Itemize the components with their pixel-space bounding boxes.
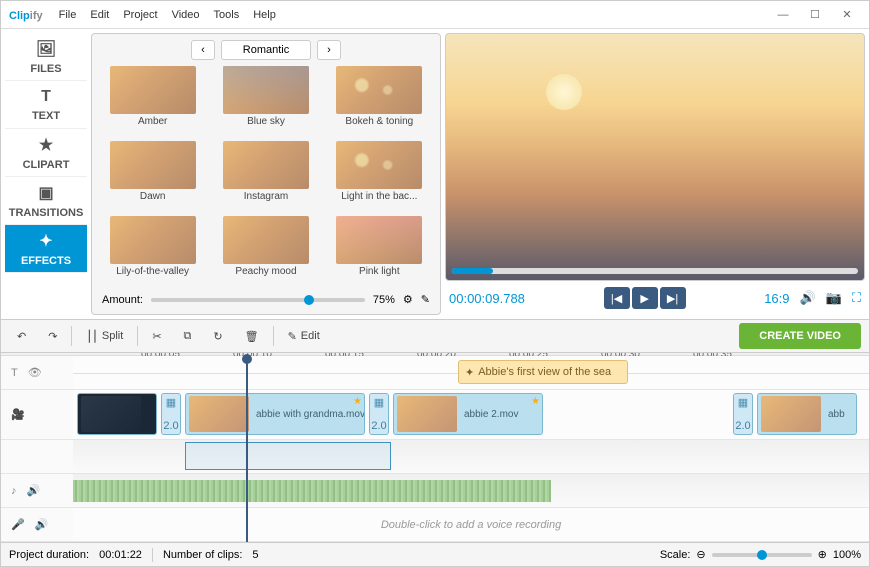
amount-slider[interactable] (151, 298, 365, 302)
create-video-button[interactable]: CREATE VIDEO (739, 323, 861, 349)
effect-thumb[interactable]: Lily-of-the-valley (98, 216, 207, 287)
menu-help[interactable]: Help (253, 9, 276, 21)
cut-button[interactable]: ✂ (144, 326, 169, 347)
menu-file[interactable]: File (59, 9, 77, 21)
effect-thumb[interactable]: Instagram (211, 141, 320, 212)
maximize-button[interactable]: ☐ (801, 5, 829, 25)
menu-bar: File Edit Project Video Tools Help (59, 9, 276, 21)
transition-clip[interactable]: 2.0 (369, 393, 389, 435)
voice-hint: Double-click to add a voice recording (381, 519, 561, 531)
duration-label: Project duration: (9, 549, 89, 561)
clips-value: 5 (252, 549, 258, 561)
undo-button[interactable]: ↶ (9, 326, 34, 347)
volume-icon[interactable]: 🔊 (800, 290, 816, 306)
text-track: T 👁 ✦Abbie's first view of the sea (1, 356, 869, 390)
menu-tools[interactable]: Tools (214, 9, 240, 21)
star-icon: ★ (353, 396, 362, 407)
transition-clip[interactable]: 2.0 (733, 393, 753, 435)
amount-label: Amount: (102, 294, 143, 306)
apply-wand-icon[interactable]: ✎ (421, 293, 430, 306)
menu-video[interactable]: Video (172, 9, 200, 21)
camera-icon: 🎥 (11, 408, 25, 421)
video-clip[interactable]: abbie with grandma.mov★ (185, 393, 365, 435)
star-icon: ★ (531, 396, 540, 407)
sidebar-text[interactable]: TTEXT (5, 81, 87, 129)
app-logo: Clipify (9, 7, 43, 22)
fullscreen-icon[interactable]: ⛶ (852, 290, 861, 306)
category-name[interactable]: Romantic (221, 40, 311, 60)
close-button[interactable]: ✕ (833, 5, 861, 25)
zoom-out-button[interactable]: ⊖ (696, 548, 705, 561)
volume-icon[interactable]: 🔊 (27, 484, 41, 497)
sidebar-files[interactable]: 🖼FILES (5, 33, 87, 81)
menu-edit[interactable]: Edit (90, 9, 109, 21)
scale-label: Scale: (660, 549, 691, 561)
effect-thumb[interactable]: Light in the bac... (325, 141, 434, 212)
mic-icon: 🎤 (11, 518, 25, 531)
edit-button[interactable]: ✎ Edit (280, 326, 328, 347)
amount-value: 75% (373, 294, 395, 306)
sidebar-transitions[interactable]: ▣TRANSITIONS (5, 177, 87, 225)
scale-slider[interactable] (712, 553, 812, 557)
voice-track[interactable]: 🎤 🔊 Double-click to add a voice recording (1, 508, 869, 542)
layers-icon: ▣ (38, 183, 53, 203)
video-clip[interactable] (77, 393, 157, 435)
selection-box[interactable] (185, 442, 391, 470)
scale-value: 100% (833, 549, 861, 561)
music-icon: ♪ (11, 485, 17, 497)
transition-clip[interactable]: 2.0 (161, 393, 181, 435)
wand-icon: ✦ (39, 231, 52, 251)
star-icon: ★ (39, 135, 53, 155)
play-button[interactable]: ▶ (632, 287, 658, 309)
image-icon: 🖼 (36, 39, 56, 59)
preview-timecode: 00:00:09.788 (449, 291, 525, 306)
delete-button[interactable]: 🗑 (237, 326, 267, 347)
rotate-button[interactable]: ↻ (205, 326, 230, 347)
text-clip[interactable]: ✦Abbie's first view of the sea (458, 360, 628, 384)
next-frame-button[interactable]: ▶| (660, 287, 686, 309)
effect-thumb[interactable]: Pink light (325, 216, 434, 287)
video-track: 🎥 2.0 abbie with grandma.mov★ 2.0 abbie … (1, 390, 869, 440)
category-next-button[interactable]: › (317, 40, 341, 60)
aspect-ratio-label[interactable]: 16:9 (764, 291, 789, 306)
settings-icon[interactable]: ⚙ (403, 293, 413, 306)
playhead[interactable] (246, 356, 248, 542)
redo-button[interactable]: ↷ (40, 326, 65, 347)
effect-thumb[interactable]: Amber (98, 66, 207, 137)
effects-track (1, 440, 869, 474)
preview-seekbar[interactable] (452, 268, 858, 274)
preview-viewport[interactable] (445, 33, 865, 281)
category-prev-button[interactable]: ‹ (191, 40, 215, 60)
effect-thumb[interactable]: Peachy mood (211, 216, 320, 287)
clips-label: Number of clips: (163, 549, 242, 561)
effects-panel: ‹ Romantic › Amber Blue sky Bokeh & toni… (91, 33, 441, 315)
split-button[interactable]: ⎮⎮ Split (78, 326, 131, 347)
text-icon: T (41, 88, 51, 106)
zoom-in-button[interactable]: ⊕ (818, 548, 827, 561)
audio-track: ♪🔊 (1, 474, 869, 508)
menu-project[interactable]: Project (123, 9, 157, 21)
crop-button[interactable]: ⧉ (176, 326, 200, 347)
duration-value: 00:01:22 (99, 549, 142, 561)
effect-thumb[interactable]: Bokeh & toning (325, 66, 434, 137)
snapshot-icon[interactable]: 📷 (826, 290, 842, 306)
audio-waveform[interactable] (73, 480, 551, 502)
volume-icon[interactable]: 🔊 (35, 518, 49, 531)
text-track-icon: T (11, 367, 18, 379)
video-clip[interactable]: abbie 2.mov★ (393, 393, 543, 435)
sidebar-effects[interactable]: ✦EFFECTS (5, 225, 87, 273)
video-clip[interactable]: abb (757, 393, 857, 435)
visibility-icon[interactable]: 👁 (28, 366, 42, 379)
effect-thumb[interactable]: Blue sky (211, 66, 320, 137)
sidebar-clipart[interactable]: ★CLIPART (5, 129, 87, 177)
prev-frame-button[interactable]: |◀ (604, 287, 630, 309)
effect-thumb[interactable]: Dawn (98, 141, 207, 212)
text-clip-icon: ✦ (465, 366, 474, 379)
minimize-button[interactable]: — (769, 5, 797, 25)
